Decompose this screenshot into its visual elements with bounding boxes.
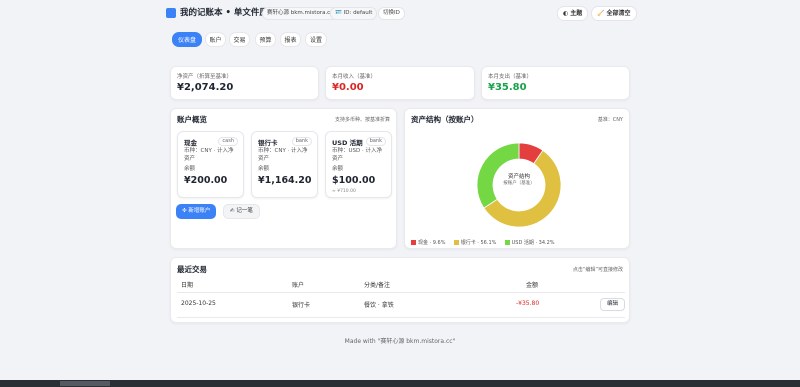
account-name: USD 活期 — [332, 139, 363, 147]
tab-settings[interactable]: 设置 — [305, 32, 327, 47]
account-card-bank[interactable]: 银行卡 bank 币种：CNY · 计入净 资产 余额 ¥1,164.20 — [251, 131, 318, 198]
column-header-date: 日期 — [181, 282, 194, 289]
stat-value: ¥2,074.20 — [177, 82, 234, 93]
record-button-label: 记一笔 — [236, 208, 253, 214]
account-balance: $100.00 — [332, 175, 376, 186]
row-category: 餐饮 · 拿铁 — [364, 302, 394, 309]
asset-panel-base-label: 基准：CNY — [597, 117, 623, 123]
watermark-pill: 赛轩心源 bkm.mistora.cc — [262, 7, 339, 20]
recent-transactions-panel: 最近交易 点击“编辑”可直接修改 日期 账户 分类/备注 金额 2025-10-… — [170, 257, 630, 323]
tab-accounts[interactable]: 账户 — [205, 32, 226, 47]
donut-legend: 现金 · 9.6% 银行卡 · 56.1% USD 活期 · 34.2% — [411, 238, 555, 246]
edit-button[interactable]: 编辑 — [600, 298, 625, 311]
accounts-panel-title: 账户概览 — [177, 115, 207, 124]
table-row: 2025-10-25 银行卡 餐饮 · 拿铁 -¥35.80 编辑 — [177, 294, 625, 317]
account-type-badge: cash — [218, 137, 238, 146]
taskbar — [0, 380, 800, 387]
account-name: 银行卡 — [258, 139, 278, 147]
transactions-hint: 点击“编辑”可直接修改 — [572, 267, 623, 273]
stat-card-expense: 本月支出（基准） ¥35.80 — [481, 66, 630, 100]
legend-label: 现金 · 9.6% — [418, 240, 446, 246]
account-meta: 资产 — [184, 156, 196, 162]
clear-all-button[interactable]: 🧹 全部清空 — [591, 6, 637, 21]
clear-all-button-label: 全部清空 — [606, 10, 631, 17]
row-account: 银行卡 — [292, 302, 311, 309]
stat-label: 本月支出（基准） — [488, 74, 533, 80]
tab-budget[interactable]: 预算 — [255, 32, 276, 47]
stat-card-income: 本月收入（基准） ¥0.00 — [325, 66, 475, 100]
theme-button-label: 主题 — [570, 10, 583, 17]
account-type-badge: bank — [365, 137, 386, 146]
column-header-category: 分类/备注 — [364, 282, 391, 289]
row-amount: -¥35.80 — [516, 300, 540, 307]
legend-item-bank: 银行卡 · 56.1% — [453, 239, 497, 246]
legend-item-usd: USD 活期 · 34.2% — [504, 239, 555, 246]
account-meta: 资产 — [258, 156, 270, 162]
tab-transactions[interactable]: 交易 — [229, 32, 250, 47]
stat-value: ¥35.80 — [488, 82, 527, 93]
id-icon: 🪪 — [335, 10, 344, 16]
donut-center-subtitle: 按账户（基准） — [503, 181, 535, 186]
account-balance: ¥200.00 — [184, 175, 228, 186]
legend-label: USD 活期 · 34.2% — [511, 240, 555, 246]
tab-dashboard[interactable]: 仪表盘 — [172, 32, 202, 47]
donut-center-title: 资产结构 — [507, 174, 530, 180]
id-pill: 🪪 ID: default — [330, 7, 378, 20]
asset-structure-panel: 资产结构（按账户） 基准：CNY 资产结构 按账户（基准） 现金 · 9.6% … — [404, 108, 630, 249]
legend-label: 银行卡 · 56.1% — [460, 240, 497, 246]
account-meta: 币种：USD · 计入净 — [332, 148, 382, 154]
account-name: 现金 — [184, 139, 197, 147]
legend-swatch — [411, 239, 416, 245]
account-type-badge: bank — [291, 137, 312, 146]
stat-value: ¥0.00 — [332, 82, 364, 93]
account-meta: 币种：CNY · 计入净 — [184, 148, 234, 154]
account-card-usd[interactable]: USD 活期 bank 币种：USD · 计入净 资产 余额 $100.00 ≈… — [325, 131, 392, 198]
theme-button[interactable]: ◐ 主题 — [557, 6, 589, 21]
new-account-button-label: 新增账户 — [188, 208, 211, 214]
account-card-cash[interactable]: 现金 cash 币种：CNY · 计入净 资产 余额 ¥200.00 — [177, 131, 244, 198]
switch-id-button[interactable]: 切换ID — [378, 7, 405, 20]
account-converted-balance: ≈ ¥710.00 — [332, 189, 356, 194]
table-divider — [177, 317, 625, 318]
account-balance: ¥1,164.20 — [258, 175, 312, 186]
record-button[interactable]: ✍ 记一笔 — [223, 204, 260, 219]
account-balance-label: 余额 — [258, 166, 270, 172]
app-logo-icon — [166, 8, 176, 18]
id-pill-text: ID: default — [343, 10, 373, 16]
tab-reports[interactable]: 报表 — [280, 32, 301, 47]
accounts-panel-hint: 支持多币种、按基准折算 — [334, 117, 390, 123]
clear-icon: 🧹 — [597, 10, 605, 17]
taskbar-item[interactable] — [60, 381, 110, 386]
legend-swatch — [504, 239, 510, 245]
legend-swatch — [453, 239, 459, 245]
accounts-panel: 账户概览 支持多币种、按基准折算 现金 cash 币种：CNY · 计入净 资产… — [170, 108, 397, 249]
account-meta: 资产 — [332, 156, 344, 162]
theme-icon: ◐ — [563, 10, 569, 17]
column-header-account: 账户 — [292, 282, 305, 289]
legend-item-cash: 现金 · 9.6% — [411, 239, 446, 246]
column-header-amount: 金额 — [526, 282, 539, 289]
table-divider — [177, 292, 625, 293]
stat-label: 本月收入（基准） — [332, 74, 377, 80]
footer-credit: Made with "赛轩心源 bkm.mistora.cc" — [344, 338, 456, 345]
account-meta: 币种：CNY · 计入净 — [258, 148, 308, 154]
new-account-button[interactable]: ✜ 新增账户 — [176, 204, 217, 219]
account-balance-label: 余额 — [332, 166, 344, 172]
stat-label: 净资产（折算至基准） — [177, 74, 233, 80]
account-balance-label: 余额 — [184, 166, 196, 172]
transactions-title: 最近交易 — [177, 265, 207, 274]
row-date: 2025-10-25 — [181, 300, 216, 307]
asset-panel-title: 资产结构（按账户） — [411, 115, 479, 124]
stat-card-net-assets: 净资产（折算至基准） ¥2,074.20 — [170, 66, 319, 100]
